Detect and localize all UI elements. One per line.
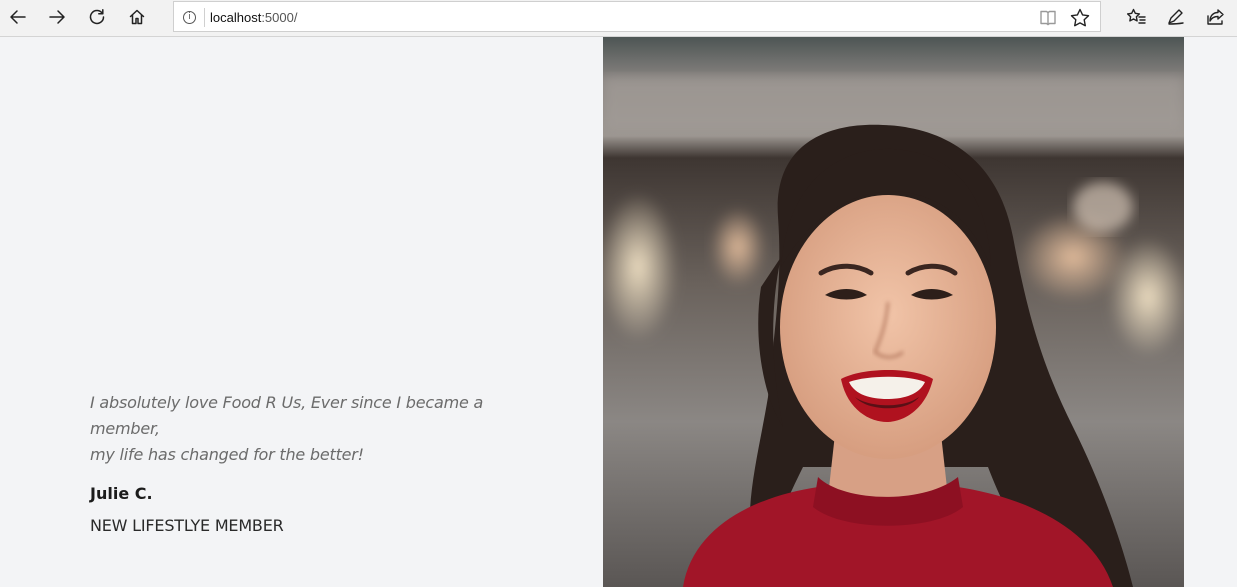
share-icon — [1207, 9, 1224, 25]
browser-toolbar: i localhost:5000/ — [0, 0, 1237, 37]
address-divider — [204, 8, 205, 27]
quote-line-1: I absolutely love Food R Us, Ever since … — [90, 393, 484, 438]
testimonial-quote: I absolutely love Food R Us, Ever since … — [90, 390, 530, 468]
quote-line-2: my life has changed for the better! — [90, 445, 364, 464]
back-button[interactable] — [3, 4, 33, 30]
url-host: localhost — [210, 10, 262, 25]
forward-button[interactable] — [42, 4, 72, 30]
testimonial-role: NEW LIFESTLYE MEMBER — [90, 516, 284, 535]
smiling-woman-photo — [603, 37, 1184, 587]
favorites-button[interactable] — [1122, 4, 1152, 30]
share-button[interactable] — [1201, 4, 1231, 30]
pen-notes-icon — [1168, 9, 1184, 25]
refresh-button[interactable] — [82, 4, 112, 30]
info-icon[interactable]: i — [183, 11, 196, 24]
favorite-star-icon[interactable] — [1070, 8, 1090, 27]
forward-arrow-icon — [49, 10, 65, 24]
reading-view-icon[interactable] — [1039, 9, 1057, 26]
url-text[interactable]: localhost:5000/ — [210, 10, 297, 25]
url-port-path: :5000/ — [261, 10, 298, 25]
notes-button[interactable] — [1161, 4, 1191, 30]
refresh-icon — [89, 9, 105, 25]
home-button[interactable] — [122, 4, 152, 30]
testimonial-photo — [603, 37, 1184, 587]
back-arrow-icon — [10, 10, 26, 24]
page-content: I absolutely love Food R Us, Ever since … — [0, 37, 1237, 587]
testimonial-author: Julie C. — [90, 484, 153, 503]
home-icon — [129, 9, 145, 25]
address-bar[interactable]: i localhost:5000/ — [173, 1, 1101, 32]
favorites-list-icon — [1127, 8, 1146, 24]
